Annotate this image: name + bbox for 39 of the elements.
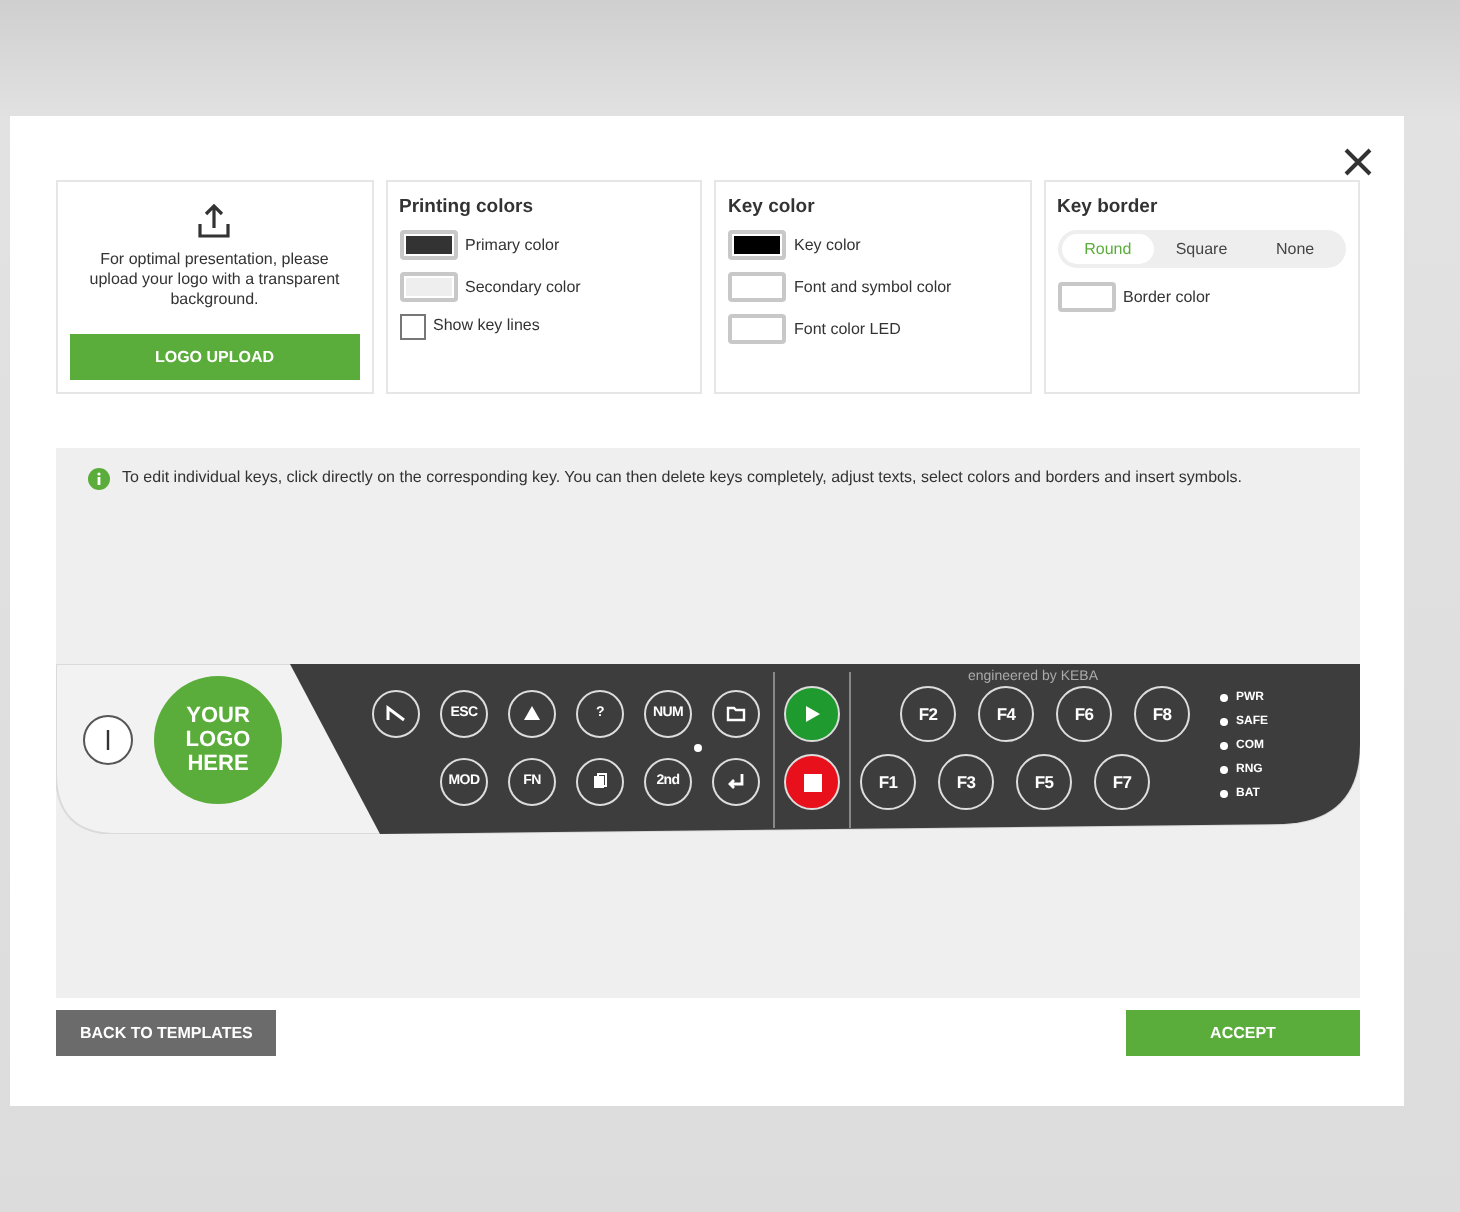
card-title: Printing colors (399, 194, 536, 222)
swatch-label: Key color (794, 233, 861, 258)
led-indicator (1220, 790, 1228, 798)
play-icon (802, 704, 822, 724)
color-swatch[interactable] (728, 314, 786, 345)
enter-icon (726, 772, 746, 792)
led-indicator (1220, 718, 1228, 726)
copy-icon (590, 772, 610, 792)
close-icon[interactable] (1340, 144, 1376, 180)
color-swatch[interactable] (399, 230, 457, 261)
stop-icon (803, 773, 821, 791)
color-swatch[interactable] (399, 272, 457, 303)
info-text: To edit individual keys, click directly on the corresponding key. You can then delete keys completely, adjust texts, select colors and borders and insert symbols. (122, 466, 1242, 490)
info-icon (88, 467, 110, 489)
segment-option[interactable]: None (1248, 234, 1342, 265)
checkbox-label: Show key lines (433, 314, 540, 339)
color-swatch[interactable] (728, 272, 786, 303)
swatch-label: Border color (1123, 285, 1211, 310)
mute-icon (386, 704, 406, 724)
color-swatch[interactable] (1057, 282, 1115, 313)
power-button[interactable] (82, 714, 134, 766)
folder-icon (726, 704, 746, 724)
segment-option[interactable]: Square (1154, 234, 1249, 265)
back-to-templates-button[interactable]: BACK TO TEMPLATES (56, 1010, 277, 1056)
led-indicator (1220, 694, 1228, 702)
warning-icon (522, 704, 542, 724)
led-indicator (1220, 742, 1228, 750)
swatch-label: Primary color (465, 233, 560, 258)
card-title: Key color (728, 194, 817, 222)
swatch-label: Secondary color (465, 275, 581, 300)
card-title: Key border (1057, 194, 1160, 222)
upload-hint: For optimal presentation, please upload your logo with a transparent background. (87, 250, 342, 310)
checkbox[interactable] (399, 314, 425, 341)
upload-icon (194, 202, 235, 242)
led-indicator (1220, 766, 1228, 774)
logo-placeholder-text: YOUR LOGO HERE (183, 703, 253, 777)
color-swatch[interactable] (728, 230, 786, 261)
swatch-label: Font and symbol color (794, 275, 952, 300)
swatch-label: Font color LED (794, 317, 901, 342)
